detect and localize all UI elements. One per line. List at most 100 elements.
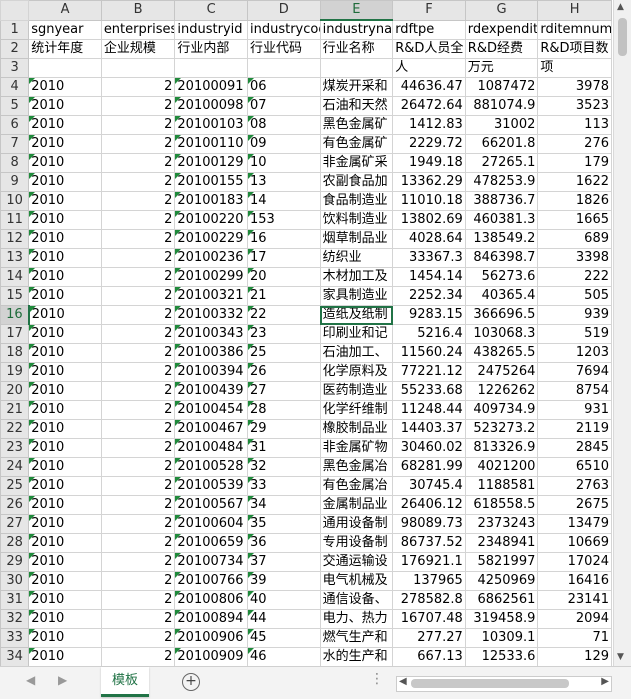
cell-e1[interactable]: industryname — [319, 19, 394, 40]
cell-b26[interactable]: 2 — [100, 495, 176, 515]
cell-f3[interactable]: 人 — [392, 58, 466, 78]
cell-a12[interactable]: 2010 — [28, 229, 102, 249]
cell-h12[interactable]: 689 — [537, 229, 612, 249]
cell-b5[interactable]: 2 — [100, 96, 176, 116]
cell-f4[interactable]: 44636.47 — [392, 77, 466, 97]
cell-a22[interactable]: 2010 — [28, 419, 102, 439]
cell-d29[interactable]: 37 — [247, 552, 321, 572]
cell-c2[interactable]: 行业内部 — [174, 39, 248, 59]
cell-c20[interactable]: 20100439 — [174, 381, 248, 401]
cell-a2[interactable]: 统计年度 — [28, 39, 102, 59]
cell-a19[interactable]: 2010 — [28, 362, 102, 382]
cell-g4[interactable]: 1087472 — [464, 77, 539, 97]
cell-h8[interactable]: 179 — [537, 153, 612, 173]
cell-g5[interactable]: 881074.9 — [464, 96, 539, 116]
row-header-19[interactable]: 19 — [0, 362, 30, 382]
cell-a13[interactable]: 2010 — [28, 248, 102, 268]
row-header-22[interactable]: 22 — [0, 419, 30, 439]
cell-c8[interactable]: 20100129 — [174, 153, 248, 173]
row-header-2[interactable]: 2 — [0, 39, 30, 59]
next-sheet-icon[interactable]: ▶ — [58, 673, 67, 687]
cell-a8[interactable]: 2010 — [28, 153, 102, 173]
horizontal-scrollbar[interactable]: ◀ ▶ — [396, 676, 612, 692]
cell-d2[interactable]: 行业代码 — [247, 39, 321, 59]
cell-d14[interactable]: 20 — [247, 267, 321, 287]
cell-g10[interactable]: 388736.7 — [464, 191, 539, 211]
row-header-7[interactable]: 7 — [0, 134, 30, 154]
cell-d15[interactable]: 21 — [247, 286, 321, 306]
cell-d25[interactable]: 33 — [247, 476, 321, 496]
cell-b16[interactable]: 2 — [100, 305, 176, 325]
cell-g27[interactable]: 2373243 — [464, 514, 539, 534]
cell-b8[interactable]: 2 — [100, 153, 176, 173]
cell-e30[interactable]: 电气机械及 — [319, 571, 394, 591]
row-header-25[interactable]: 25 — [0, 476, 30, 496]
column-header-a[interactable]: A — [28, 0, 102, 21]
cell-d5[interactable]: 07 — [247, 96, 321, 116]
cell-f23[interactable]: 30460.02 — [392, 438, 466, 458]
cell-b22[interactable]: 2 — [100, 419, 176, 439]
row-header-6[interactable]: 6 — [0, 115, 30, 135]
row-header-18[interactable]: 18 — [0, 343, 30, 363]
cell-g16[interactable]: 366696.5 — [464, 305, 539, 325]
cell-f18[interactable]: 11560.24 — [392, 343, 466, 363]
cell-f2[interactable]: R&D人员全 — [392, 39, 466, 59]
cell-h30[interactable]: 16416 — [537, 571, 612, 591]
cell-b14[interactable]: 2 — [100, 267, 176, 287]
cell-f11[interactable]: 13802.69 — [392, 210, 466, 230]
cell-f17[interactable]: 5216.4 — [392, 324, 466, 344]
cell-e9[interactable]: 农副食品加 — [319, 172, 394, 192]
cell-d20[interactable]: 27 — [247, 381, 321, 401]
cell-h25[interactable]: 2763 — [537, 476, 612, 496]
add-sheet-button[interactable]: + — [182, 673, 200, 691]
cell-b11[interactable]: 2 — [100, 210, 176, 230]
scroll-up-icon[interactable]: ▲ — [617, 2, 624, 12]
cell-d30[interactable]: 39 — [247, 571, 321, 591]
cell-a29[interactable]: 2010 — [28, 552, 102, 572]
cell-h14[interactable]: 222 — [537, 267, 612, 287]
cell-h7[interactable]: 276 — [537, 134, 612, 154]
row-header-31[interactable]: 31 — [0, 590, 30, 610]
cell-a24[interactable]: 2010 — [28, 457, 102, 477]
cell-f33[interactable]: 277.27 — [392, 628, 466, 648]
cell-b1[interactable]: enterprises — [100, 19, 176, 40]
cell-d19[interactable]: 26 — [247, 362, 321, 382]
cell-h26[interactable]: 2675 — [537, 495, 612, 515]
cell-a15[interactable]: 2010 — [28, 286, 102, 306]
column-header-f[interactable]: F — [392, 0, 466, 21]
cell-d11[interactable]: 153 — [247, 210, 321, 230]
row-header-20[interactable]: 20 — [0, 381, 30, 401]
cell-d7[interactable]: 09 — [247, 134, 321, 154]
cell-c32[interactable]: 20100894 — [174, 609, 248, 629]
cell-g12[interactable]: 138549.2 — [464, 229, 539, 249]
row-header-34[interactable]: 34 — [0, 647, 30, 666]
cell-a21[interactable]: 2010 — [28, 400, 102, 420]
cell-c15[interactable]: 20100321 — [174, 286, 248, 306]
cell-e21[interactable]: 化学纤维制 — [319, 400, 394, 420]
row-header-5[interactable]: 5 — [0, 96, 30, 116]
cell-d16[interactable]: 22 — [247, 305, 321, 325]
cell-d32[interactable]: 44 — [247, 609, 321, 629]
cell-b20[interactable]: 2 — [100, 381, 176, 401]
cell-c11[interactable]: 20100220 — [174, 210, 248, 230]
cell-f9[interactable]: 13362.29 — [392, 172, 466, 192]
row-header-13[interactable]: 13 — [0, 248, 30, 268]
cell-g2[interactable]: R&D经费 — [464, 39, 539, 59]
cell-c9[interactable]: 20100155 — [174, 172, 248, 192]
cell-b21[interactable]: 2 — [100, 400, 176, 420]
cell-c33[interactable]: 20100906 — [174, 628, 248, 648]
cell-h21[interactable]: 931 — [537, 400, 612, 420]
cell-h5[interactable]: 3523 — [537, 96, 612, 116]
cell-d31[interactable]: 40 — [247, 590, 321, 610]
cell-h24[interactable]: 6510 — [537, 457, 612, 477]
cell-f21[interactable]: 11248.44 — [392, 400, 466, 420]
cell-g30[interactable]: 4250969 — [464, 571, 539, 591]
cell-f30[interactable]: 137965 — [392, 571, 466, 591]
cell-f28[interactable]: 86737.52 — [392, 533, 466, 553]
column-header-c[interactable]: C — [174, 0, 248, 21]
cell-d9[interactable]: 13 — [247, 172, 321, 192]
cell-a6[interactable]: 2010 — [28, 115, 102, 135]
cell-c16[interactable]: 20100332 — [174, 305, 248, 325]
column-header-e[interactable]: E — [319, 0, 394, 21]
cell-g34[interactable]: 12533.6 — [464, 647, 539, 666]
